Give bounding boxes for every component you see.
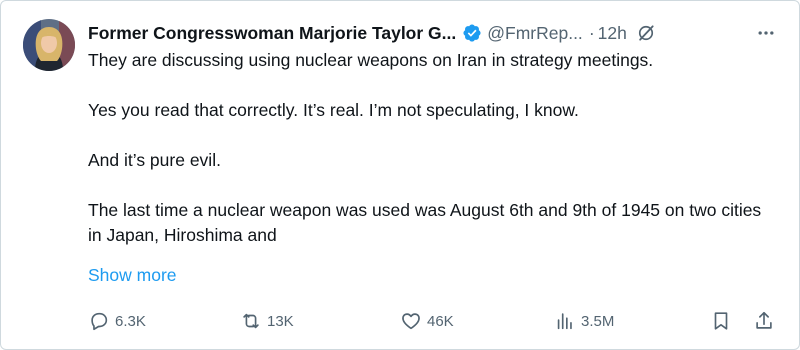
share-button[interactable] xyxy=(753,308,775,334)
tweet-timestamp[interactable]: 12h xyxy=(598,23,627,44)
like-count: 46K xyxy=(427,312,454,330)
author-handle[interactable]: @FmrRep... xyxy=(487,23,583,44)
bookmark-button[interactable] xyxy=(710,308,732,334)
repost-button[interactable]: 13K xyxy=(240,308,294,334)
reply-count: 6.3K xyxy=(115,312,146,330)
heart-icon xyxy=(402,313,420,330)
show-more-link[interactable]: Show more xyxy=(88,263,177,288)
avatar[interactable] xyxy=(23,19,75,71)
action-bar: 6.3K 13K 46K 3.5M xyxy=(88,308,777,334)
tweet-card[interactable]: Former Congresswoman Marjorie Taylor G..… xyxy=(0,0,800,350)
views-button[interactable]: 3.5M xyxy=(554,308,614,334)
share-icon xyxy=(756,311,772,329)
views-count: 3.5M xyxy=(581,312,615,330)
reply-icon xyxy=(91,312,108,331)
tweet-paragraph: The last time a nuclear weapon was used … xyxy=(88,200,762,245)
tweet-header: Former Congresswoman Marjorie Taylor G..… xyxy=(88,20,777,46)
tweet-text: They are discussing using nuclear weapon… xyxy=(88,48,778,248)
verified-badge-icon[interactable] xyxy=(462,23,482,43)
tweet-paragraph: And it’s pure evil. xyxy=(88,150,221,170)
views-icon xyxy=(557,313,572,330)
repost-count: 13K xyxy=(267,312,294,330)
tweet-paragraph: They are discussing using nuclear weapon… xyxy=(88,50,654,70)
tweet-paragraph: Yes you read that correctly. It’s real. … xyxy=(88,100,579,120)
grok-icon[interactable] xyxy=(636,23,656,43)
bookmark-icon xyxy=(714,312,728,330)
avatar-image xyxy=(23,19,75,71)
like-button[interactable]: 46K xyxy=(400,308,454,334)
author-display-name[interactable]: Former Congresswoman Marjorie Taylor G..… xyxy=(88,23,456,44)
repost-icon xyxy=(243,313,259,329)
reply-button[interactable]: 6.3K xyxy=(88,308,146,334)
more-icon[interactable] xyxy=(755,23,777,43)
meta-separator: · xyxy=(588,22,595,43)
